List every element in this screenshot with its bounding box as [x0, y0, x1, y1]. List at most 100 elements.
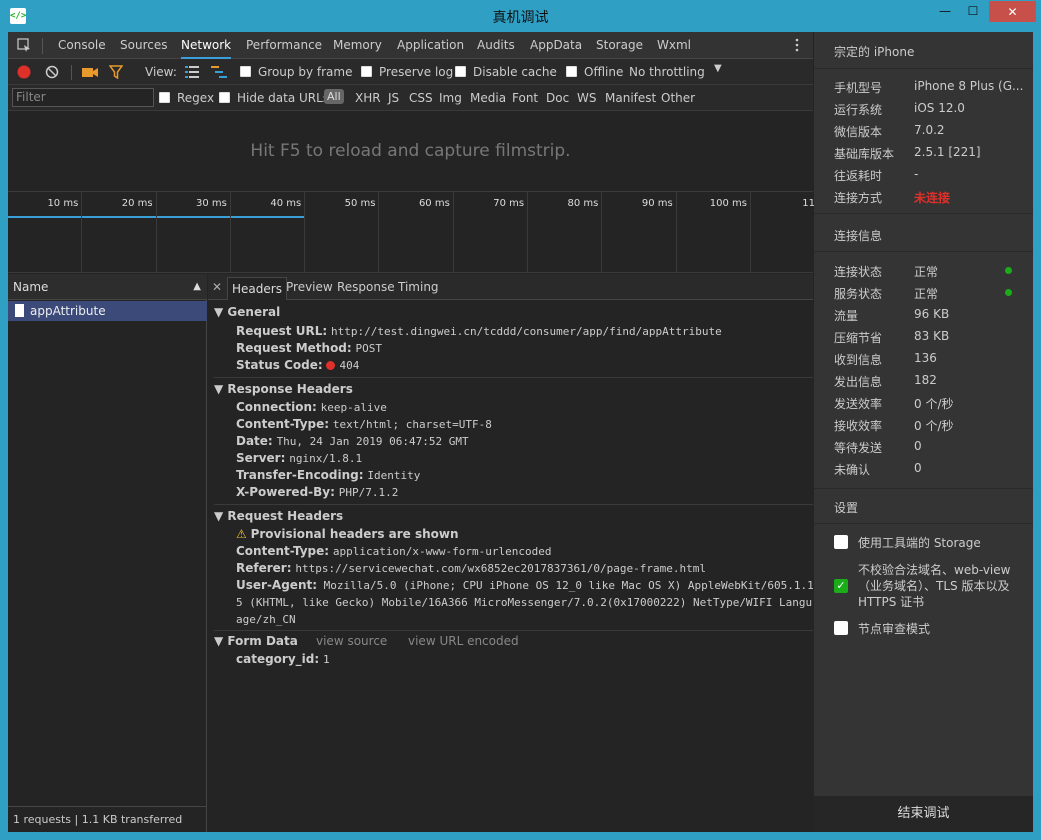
hide-data-urls-checkbox[interactable] [219, 92, 230, 103]
request-details: ✕ Headers Preview Response Timing ▼ Gene… [208, 274, 814, 832]
tab-application[interactable]: Application [397, 32, 464, 59]
timeline-tick-label: 10 ms [47, 198, 79, 209]
referer-key: Referer: [236, 561, 292, 575]
device-info-key: 微信版本 [834, 125, 883, 139]
tab-sources[interactable]: Sources [120, 32, 167, 59]
response-headers-section-header[interactable]: ▼ Response Headers [214, 382, 353, 396]
name-column-header[interactable]: Name ▲ [8, 274, 207, 300]
divider [214, 377, 813, 378]
filter-icon[interactable] [109, 65, 123, 79]
request-headers-title: Request Headers [227, 509, 344, 523]
more-menu-icon[interactable] [794, 38, 800, 52]
tab-preview[interactable]: Preview [286, 274, 333, 300]
device-info-value: 7.0.2 [914, 123, 945, 137]
tab-storage[interactable]: Storage [596, 32, 643, 59]
timeline-tick-label: 50 ms [344, 198, 376, 209]
form-field-key: category_id: [236, 652, 320, 666]
tab-response[interactable]: Response [337, 274, 395, 300]
skip-domain-check-checkbox[interactable]: ✓ [834, 579, 848, 593]
type-filter-other[interactable]: Other [661, 91, 695, 105]
disable-cache-checkbox[interactable] [455, 66, 466, 77]
chevron-down-icon[interactable]: ▼ [714, 63, 722, 74]
timeline-tick: 20 ms [82, 192, 157, 272]
checkmark-icon: ✓ [836, 579, 846, 592]
filter-input[interactable]: Filter [12, 88, 154, 107]
type-filter-xhr[interactable]: XHR [355, 91, 381, 105]
group-by-frame-checkbox[interactable] [240, 66, 251, 77]
tab-performance[interactable]: Performance [246, 32, 322, 59]
status-code-key: Status Code: [236, 358, 323, 372]
response-header-row: Content-Type: text/html; charset=UTF-8 [236, 417, 492, 431]
header-value: keep-alive [320, 401, 387, 414]
maximize-button[interactable]: ☐ [958, 0, 988, 22]
tab-network[interactable]: Network [181, 32, 232, 59]
tab-wxml[interactable]: Wxml [657, 32, 691, 59]
regex-checkbox[interactable] [159, 92, 170, 103]
header-value: text/html; charset=UTF-8 [332, 418, 492, 431]
type-filter-font[interactable]: Font [512, 91, 538, 105]
type-filter-img[interactable]: Img [439, 91, 462, 105]
connection-info-key: 连接状态 [834, 265, 883, 279]
view-url-encoded-link[interactable]: view URL encoded [408, 634, 519, 648]
form-data-section-header[interactable]: ▼ Form Data [214, 634, 298, 648]
connection-info-value: 正常 [914, 265, 939, 279]
inspect-element-icon[interactable] [17, 38, 31, 52]
type-filter-css[interactable]: CSS [409, 91, 433, 105]
divider [814, 523, 1033, 524]
timeline-overview[interactable]: 10 ms 20 ms 30 ms 40 ms 50 ms 60 ms 70 ms 80 ms… [8, 191, 826, 273]
request-row[interactable]: appAttribute [8, 301, 207, 321]
device-info-key: 连接方式 [834, 191, 883, 205]
request-headers-section-header[interactable]: ▼ Request Headers [214, 509, 343, 523]
name-header-label: Name [13, 280, 49, 294]
tab-appdata[interactable]: AppData [530, 32, 582, 59]
node-review-label: 节点审查模式 [858, 622, 931, 636]
large-rows-icon[interactable] [185, 66, 199, 78]
view-source-link[interactable]: view source [316, 634, 387, 648]
type-filter-media[interactable]: Media [470, 91, 506, 105]
tab-timing[interactable]: Timing [398, 274, 439, 300]
connection-info-value: 正常 [914, 287, 939, 301]
record-icon[interactable] [17, 65, 31, 79]
node-review-checkbox[interactable] [834, 621, 848, 635]
end-debug-button[interactable]: 结束调试 [814, 796, 1033, 832]
req-content-type-value: application/x-www-form-urlencoded [332, 545, 552, 558]
header-key: Server: [236, 451, 286, 465]
user-agent-value: Mozilla/5.0 (iPhone; CPU iPhone OS 12_0 … [236, 579, 814, 626]
tab-headers[interactable]: Headers [227, 277, 287, 300]
screenshot-camera-icon[interactable] [82, 66, 98, 78]
use-tool-storage-checkbox[interactable] [834, 535, 848, 549]
type-filter-doc[interactable]: Doc [546, 91, 569, 105]
sort-ascending-icon[interactable]: ▲ [193, 274, 201, 300]
window-title: 真机调试 [492, 10, 549, 26]
request-list: Name ▲ appAttribute 1 requests | 1.1 KB … [8, 274, 207, 832]
waterfall-overview-icon[interactable] [211, 66, 227, 78]
clear-icon[interactable] [45, 65, 59, 79]
offline-label: Offline [584, 65, 624, 79]
type-filter-all[interactable]: All [324, 89, 344, 104]
offline-checkbox[interactable] [566, 66, 577, 77]
type-filter-js[interactable]: JS [388, 91, 399, 105]
header-value: Thu, 24 Jan 2019 06:47:52 GMT [276, 435, 469, 448]
device-info-value: iOS 12.0 [914, 101, 965, 115]
tab-audits[interactable]: Audits [477, 32, 515, 59]
connection-info-key: 发出信息 [834, 375, 883, 389]
connection-info-value: 136 [914, 351, 937, 365]
type-filter-manifest[interactable]: Manifest [605, 91, 656, 105]
tab-memory[interactable]: Memory [333, 32, 382, 59]
type-filter-ws[interactable]: WS [577, 91, 596, 105]
close-details-icon[interactable]: ✕ [212, 274, 222, 300]
header-key: Date: [236, 434, 273, 448]
triangle-down-icon: ▼ [214, 305, 228, 319]
preserve-log-checkbox[interactable] [361, 66, 372, 77]
timeline-tick: 60 ms [380, 192, 454, 272]
detail-tab-bar: ✕ Headers Preview Response Timing [208, 274, 813, 300]
close-button[interactable]: ✕ [989, 1, 1036, 22]
minimize-button[interactable]: — [930, 0, 960, 22]
throttling-select[interactable]: No throttling [629, 65, 705, 79]
timeline-tick: 30 ms [157, 192, 231, 272]
general-section-header[interactable]: ▼ General [214, 305, 280, 319]
tab-console[interactable]: Console [58, 32, 106, 59]
connection-info-key: 流量 [834, 309, 859, 323]
filmstrip-area: Hit F5 to reload and capture filmstrip. [8, 111, 813, 191]
response-header-row: Connection: keep-alive [236, 400, 387, 414]
